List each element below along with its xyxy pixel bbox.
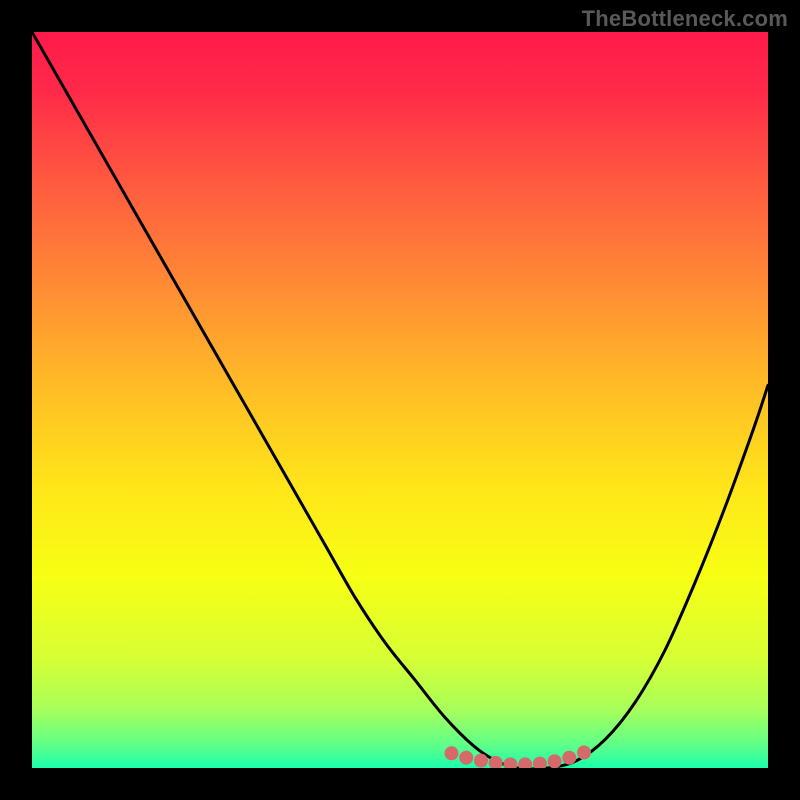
sweet-spot-marker [548,754,562,768]
watermark-text: TheBottleneck.com [582,6,788,32]
sweet-spot-markers [32,32,768,768]
sweet-spot-marker [577,746,591,760]
sweet-spot-marker [489,756,503,768]
sweet-spot-marker [459,751,473,765]
chart-frame: TheBottleneck.com [0,0,800,800]
sweet-spot-marker [533,757,547,768]
sweet-spot-marker [445,746,459,760]
sweet-spot-marker [503,757,517,768]
sweet-spot-marker [518,757,532,768]
sweet-spot-marker [474,754,488,768]
plot-area [32,32,768,768]
sweet-spot-marker [562,751,576,765]
